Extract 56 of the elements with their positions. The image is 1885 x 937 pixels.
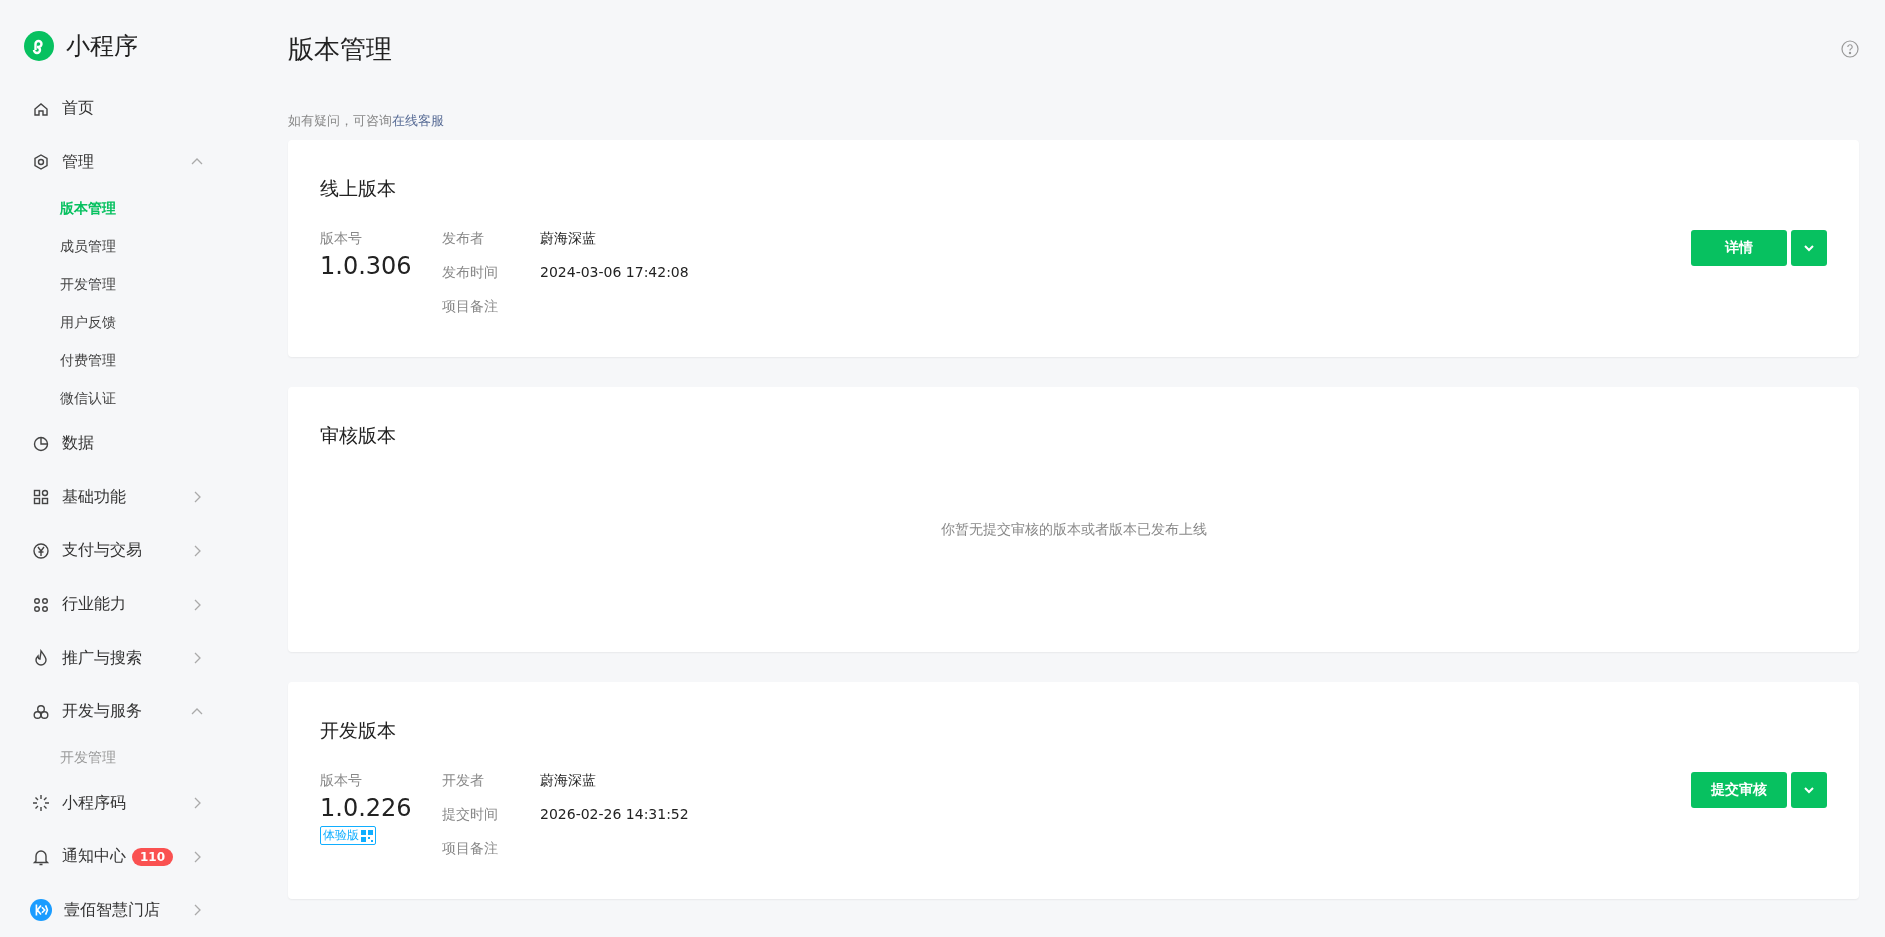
sidebar-item[interactable]: 基础功能 bbox=[24, 470, 204, 525]
field-label: 发布者 bbox=[442, 230, 485, 248]
sidebar-item[interactable]: 数据 bbox=[24, 417, 204, 471]
field-value: 蔚海深蓝 bbox=[540, 230, 597, 248]
caret-icon bbox=[1803, 786, 1815, 794]
field-value: 2024-03-06 17:42:08 bbox=[540, 264, 689, 282]
sidebar-item[interactable]: 行业能力 bbox=[24, 577, 204, 632]
sidebar-subitem[interactable]: 微信认证 bbox=[24, 379, 288, 418]
sidebar-item[interactable]: 推广与搜索 bbox=[24, 631, 204, 685]
page-title: 版本管理 bbox=[288, 32, 392, 66]
field-label: 项目备注 bbox=[442, 298, 499, 316]
field-value: 2026-02-26 14:31:52 bbox=[540, 806, 689, 824]
card-title: 审核版本 bbox=[320, 423, 397, 448]
sparkle-icon bbox=[32, 794, 50, 813]
sidebar-item[interactable]: 通知中心 110 bbox=[24, 829, 204, 884]
yen-icon bbox=[32, 541, 50, 560]
card-title: 开发版本 bbox=[320, 718, 397, 743]
app-name: 小程序 bbox=[66, 31, 138, 62]
pie-chart-icon bbox=[32, 434, 50, 453]
version-number: 1.0.306 bbox=[320, 252, 412, 280]
card-title: 线上版本 bbox=[320, 176, 397, 201]
customer-service-link[interactable]: 在线客服 bbox=[392, 113, 444, 128]
field-label: 版本号 bbox=[320, 772, 362, 790]
sidebar-subitem[interactable]: 成员管理 bbox=[24, 227, 288, 266]
caret-icon bbox=[1803, 244, 1815, 252]
qr-code-icon bbox=[361, 829, 373, 842]
sidebar-subitem[interactable]: 付费管理 bbox=[24, 341, 288, 380]
field-label: 版本号 bbox=[320, 230, 362, 248]
dropdown-button[interactable] bbox=[1791, 772, 1827, 808]
hexagon-icon bbox=[32, 153, 50, 172]
sidebar-subitem[interactable]: 用户反馈 bbox=[24, 303, 288, 342]
help-icon[interactable] bbox=[1841, 40, 1859, 58]
field-label: 发布时间 bbox=[442, 264, 499, 282]
version-number: 1.0.226 bbox=[320, 794, 412, 822]
grid-icon bbox=[32, 488, 50, 507]
bell-icon bbox=[32, 847, 50, 866]
field-label: 开发者 bbox=[442, 772, 485, 790]
sidebar-item[interactable]: 壹佰智慧门店 bbox=[24, 883, 204, 937]
field-label: 提交时间 bbox=[442, 806, 499, 824]
dropdown-button[interactable] bbox=[1791, 230, 1827, 266]
sidebar-subitem[interactable]: 开发管理 bbox=[24, 265, 288, 304]
notification-count: 110 bbox=[132, 847, 174, 866]
app-logo-icon bbox=[24, 31, 54, 61]
field-label: 项目备注 bbox=[442, 840, 499, 858]
help-hint: 如有疑问，可咨询在线客服 bbox=[288, 112, 445, 130]
sidebar-item[interactable]: 首页 bbox=[24, 82, 204, 136]
empty-message: 你暂无提交审核的版本或者版本已发布上线 bbox=[940, 520, 1207, 539]
sidebar-item[interactable]: 开发与服务 bbox=[24, 684, 204, 739]
circles-icon bbox=[32, 702, 50, 721]
store-logo-icon bbox=[30, 899, 52, 922]
sidebar-item[interactable]: 小程序码 bbox=[24, 776, 204, 830]
field-value: 蔚海深蓝 bbox=[540, 772, 597, 790]
sidebar-item[interactable]: 管理 bbox=[24, 135, 204, 190]
sidebar-item[interactable]: 支付与交易 bbox=[24, 524, 204, 578]
flame-icon bbox=[32, 649, 50, 668]
nodes-icon bbox=[32, 595, 50, 614]
